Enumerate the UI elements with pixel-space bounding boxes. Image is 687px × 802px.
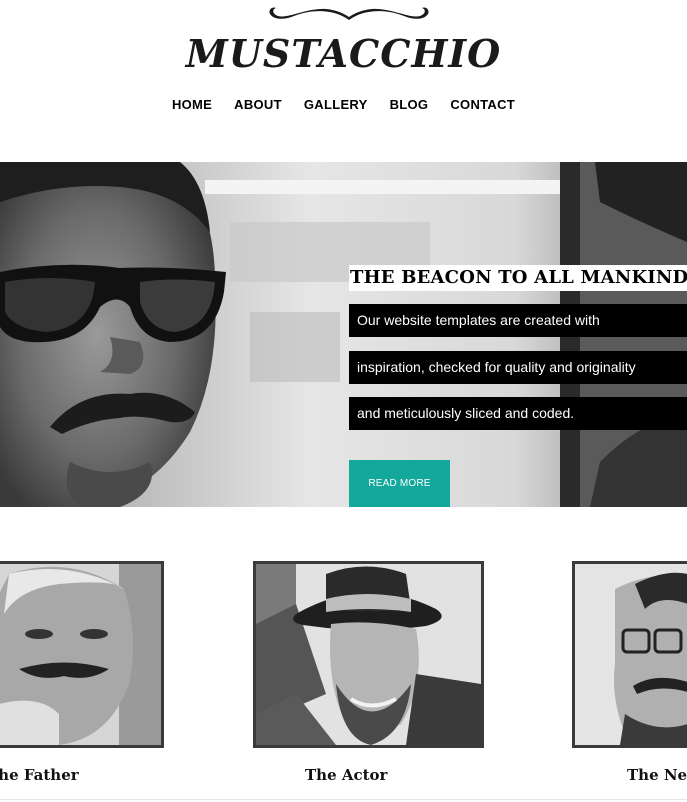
nav-blog[interactable]: BLOG — [379, 96, 440, 114]
father-photo — [0, 564, 161, 745]
card-caption-actor[interactable]: The Actor — [305, 766, 387, 784]
nerd-photo — [575, 564, 687, 745]
nav-about[interactable]: ABOUT — [223, 96, 293, 114]
nav-home[interactable]: HOME — [161, 96, 223, 114]
card-image-nerd[interactable] — [572, 561, 687, 748]
actor-photo — [256, 564, 481, 745]
card-image-actor[interactable] — [253, 561, 484, 748]
hero-text-line: and meticulously sliced and coded. — [349, 397, 687, 430]
hero-text-line: inspiration, checked for quality and ori… — [349, 351, 687, 384]
logo-wordmark: MUSTACCHIO — [185, 31, 502, 76]
nav-contact[interactable]: CONTACT — [439, 96, 526, 114]
divider — [0, 799, 687, 800]
card-caption-nerd[interactable]: The Ne — [627, 766, 687, 784]
card-image-father[interactable] — [0, 561, 164, 748]
hero-text-line: Our website templates are created with — [349, 304, 687, 337]
read-more-button[interactable]: READ MORE — [349, 460, 450, 507]
hero-title: THE BEACON TO ALL MANKIND — [349, 265, 687, 291]
card-caption-father[interactable]: The Father — [0, 766, 79, 784]
main-nav: HOME ABOUT GALLERY BLOG CONTACT — [0, 96, 687, 114]
site-logo[interactable]: MUSTACCHIO — [0, 0, 687, 80]
nav-gallery[interactable]: GALLERY — [293, 96, 379, 114]
